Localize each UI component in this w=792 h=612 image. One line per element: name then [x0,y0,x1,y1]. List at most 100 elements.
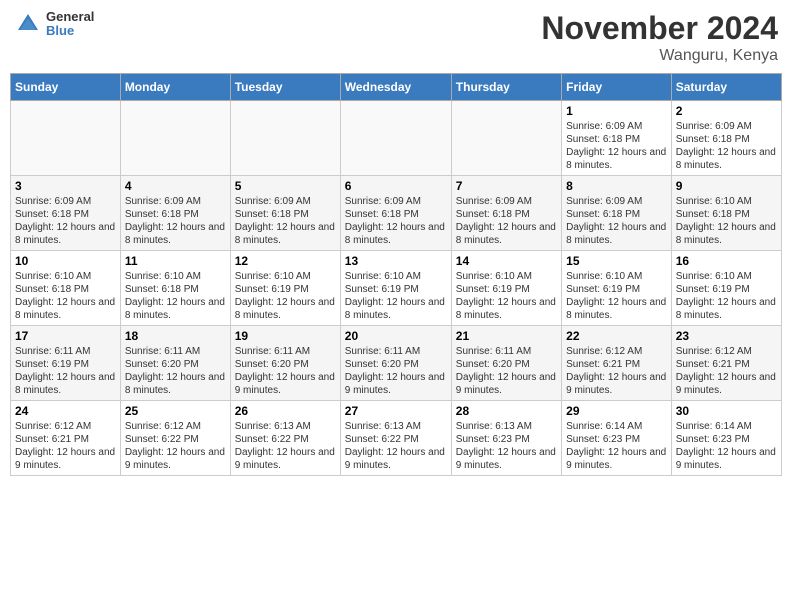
day-info: Sunrise: 6:10 AM Sunset: 6:19 PM Dayligh… [566,270,667,322]
calendar-cell [230,101,340,176]
day-number: 15 [566,254,667,268]
calendar-cell [11,101,121,176]
day-info: Sunrise: 6:14 AM Sunset: 6:23 PM Dayligh… [676,420,777,472]
calendar-cell: 10Sunrise: 6:10 AM Sunset: 6:18 PM Dayli… [11,251,121,326]
day-info: Sunrise: 6:10 AM Sunset: 6:19 PM Dayligh… [235,270,336,322]
day-info: Sunrise: 6:10 AM Sunset: 6:18 PM Dayligh… [125,270,226,322]
day-info: Sunrise: 6:13 AM Sunset: 6:23 PM Dayligh… [456,420,557,472]
weekday-header-friday: Friday [562,74,672,101]
calendar-cell [120,101,230,176]
day-info: Sunrise: 6:09 AM Sunset: 6:18 PM Dayligh… [676,120,777,172]
calendar-cell [451,101,561,176]
logo-blue: Blue [46,24,94,38]
day-number: 27 [345,404,447,418]
day-info: Sunrise: 6:13 AM Sunset: 6:22 PM Dayligh… [235,420,336,472]
calendar-cell: 11 Sunrise: 6:10 AM Sunset: 6:18 PM Dayli… [120,251,230,326]
day-number: 13 [345,254,447,268]
calendar-cell: 1Sunrise: 6:09 AM Sunset: 6:18 PM Daylig… [562,101,672,176]
calendar-week-4: 17Sunrise: 6:11 AM Sunset: 6:19 PM Dayli… [11,326,782,401]
calendar-cell: 7 Sunrise: 6:09 AM Sunset: 6:18 PM Daylig… [451,176,561,251]
day-info: Sunrise: 6:09 AM Sunset: 6:18 PM Dayligh… [566,120,667,172]
day-info: Sunrise: 6:11 AM Sunset: 6:20 PM Dayligh… [456,345,557,397]
day-info: Sunrise: 6:10 AM Sunset: 6:18 PM Dayligh… [676,195,777,247]
calendar-cell: 3 Sunrise: 6:09 AM Sunset: 6:18 PM Daylig… [11,176,121,251]
day-number: 25 [125,404,226,418]
weekday-header-wednesday: Wednesday [340,74,451,101]
day-info: Sunrise: 6:12 AM Sunset: 6:21 PM Dayligh… [15,420,116,472]
month-title: November 2024 [541,10,778,47]
calendar-cell: 12 Sunrise: 6:10 AM Sunset: 6:19 PM Dayli… [230,251,340,326]
calendar-cell: 14 Sunrise: 6:10 AM Sunset: 6:19 PM Dayli… [451,251,561,326]
day-info: Sunrise: 6:10 AM Sunset: 6:19 PM Dayligh… [456,270,557,322]
day-info: Sunrise: 6:09 AM Sunset: 6:18 PM Dayligh… [566,195,667,247]
calendar-cell: 24Sunrise: 6:12 AM Sunset: 6:21 PM Dayli… [11,401,121,476]
weekday-header-saturday: Saturday [671,74,781,101]
day-info: Sunrise: 6:11 AM Sunset: 6:20 PM Dayligh… [345,345,447,397]
calendar-cell: 9 Sunrise: 6:10 AM Sunset: 6:18 PM Daylig… [671,176,781,251]
day-number: 22 [566,329,667,343]
day-number: 14 [456,254,557,268]
calendar-cell: 26 Sunrise: 6:13 AM Sunset: 6:22 PM Dayli… [230,401,340,476]
weekday-header-sunday: Sunday [11,74,121,101]
weekday-header-row: SundayMondayTuesdayWednesdayThursdayFrid… [11,74,782,101]
weekday-header-tuesday: Tuesday [230,74,340,101]
calendar-cell: 17Sunrise: 6:11 AM Sunset: 6:19 PM Dayli… [11,326,121,401]
day-number: 5 [235,179,336,193]
calendar-cell: 23Sunrise: 6:12 AM Sunset: 6:21 PM Dayli… [671,326,781,401]
calendar-cell: 21Sunrise: 6:11 AM Sunset: 6:20 PM Dayli… [451,326,561,401]
calendar-cell: 19Sunrise: 6:11 AM Sunset: 6:20 PM Dayli… [230,326,340,401]
day-number: 3 [15,179,116,193]
calendar-cell: 18 Sunrise: 6:11 AM Sunset: 6:20 PM Dayli… [120,326,230,401]
calendar-cell: 5 Sunrise: 6:09 AM Sunset: 6:18 PM Daylig… [230,176,340,251]
page-header: General Blue November 2024 Wanguru, Keny… [10,10,782,65]
calendar-cell: 4Sunrise: 6:09 AM Sunset: 6:18 PM Daylig… [120,176,230,251]
calendar-cell: 27 Sunrise: 6:13 AM Sunset: 6:22 PM Dayli… [340,401,451,476]
day-info: Sunrise: 6:11 AM Sunset: 6:19 PM Dayligh… [15,345,116,397]
day-number: 28 [456,404,557,418]
day-number: 11 [125,254,226,268]
logo-text: General Blue [46,10,94,39]
logo-general: General [46,10,94,24]
location: Wanguru, Kenya [541,47,778,65]
day-number: 29 [566,404,667,418]
day-info: Sunrise: 6:09 AM Sunset: 6:18 PM Dayligh… [235,195,336,247]
calendar-cell: 16 Sunrise: 6:10 AM Sunset: 6:19 PM Dayli… [671,251,781,326]
calendar-cell: 30Sunrise: 6:14 AM Sunset: 6:23 PM Dayli… [671,401,781,476]
day-number: 23 [676,329,777,343]
calendar-cell: 28 Sunrise: 6:13 AM Sunset: 6:23 PM Dayli… [451,401,561,476]
calendar-cell: 22Sunrise: 6:12 AM Sunset: 6:21 PM Dayli… [562,326,672,401]
day-info: Sunrise: 6:11 AM Sunset: 6:20 PM Dayligh… [125,345,226,397]
calendar-cell: 6Sunrise: 6:09 AM Sunset: 6:18 PM Daylig… [340,176,451,251]
day-info: Sunrise: 6:12 AM Sunset: 6:22 PM Dayligh… [125,420,226,472]
day-number: 10 [15,254,116,268]
day-info: Sunrise: 6:09 AM Sunset: 6:18 PM Dayligh… [345,195,447,247]
day-info: Sunrise: 6:09 AM Sunset: 6:18 PM Dayligh… [456,195,557,247]
calendar-cell: 13 Sunrise: 6:10 AM Sunset: 6:19 PM Dayli… [340,251,451,326]
day-number: 2 [676,104,777,118]
day-number: 18 [125,329,226,343]
calendar-week-5: 24Sunrise: 6:12 AM Sunset: 6:21 PM Dayli… [11,401,782,476]
day-info: Sunrise: 6:14 AM Sunset: 6:23 PM Dayligh… [566,420,667,472]
calendar-week-3: 10 Sunrise: 6:10 AM Sunset: 6:18 PM Dayli… [11,251,782,326]
day-info: Sunrise: 6:10 AM Sunset: 6:19 PM Dayligh… [345,270,447,322]
day-info: Sunrise: 6:11 AM Sunset: 6:20 PM Dayligh… [235,345,336,397]
calendar-cell: 2 Sunrise: 6:09 AM Sunset: 6:18 PM Daylig… [671,101,781,176]
calendar-cell: 20Sunrise: 6:11 AM Sunset: 6:20 PM Dayli… [340,326,451,401]
calendar-cell: 25 Sunrise: 6:12 AM Sunset: 6:22 PM Dayli… [120,401,230,476]
logo: General Blue [14,10,94,39]
weekday-header-monday: Monday [120,74,230,101]
day-number: 7 [456,179,557,193]
day-number: 16 [676,254,777,268]
day-number: 26 [235,404,336,418]
calendar-week-2: 3 Sunrise: 6:09 AM Sunset: 6:18 PM Daylig… [11,176,782,251]
day-number: 12 [235,254,336,268]
calendar-cell [340,101,451,176]
day-number: 4 [125,179,226,193]
weekday-header-thursday: Thursday [451,74,561,101]
day-number: 9 [676,179,777,193]
title-block: November 2024 Wanguru, Kenya [541,10,778,65]
day-info: Sunrise: 6:10 AM Sunset: 6:19 PM Dayligh… [676,270,777,322]
day-info: Sunrise: 6:09 AM Sunset: 6:18 PM Dayligh… [15,195,116,247]
day-number: 8 [566,179,667,193]
day-info: Sunrise: 6:13 AM Sunset: 6:22 PM Dayligh… [345,420,447,472]
